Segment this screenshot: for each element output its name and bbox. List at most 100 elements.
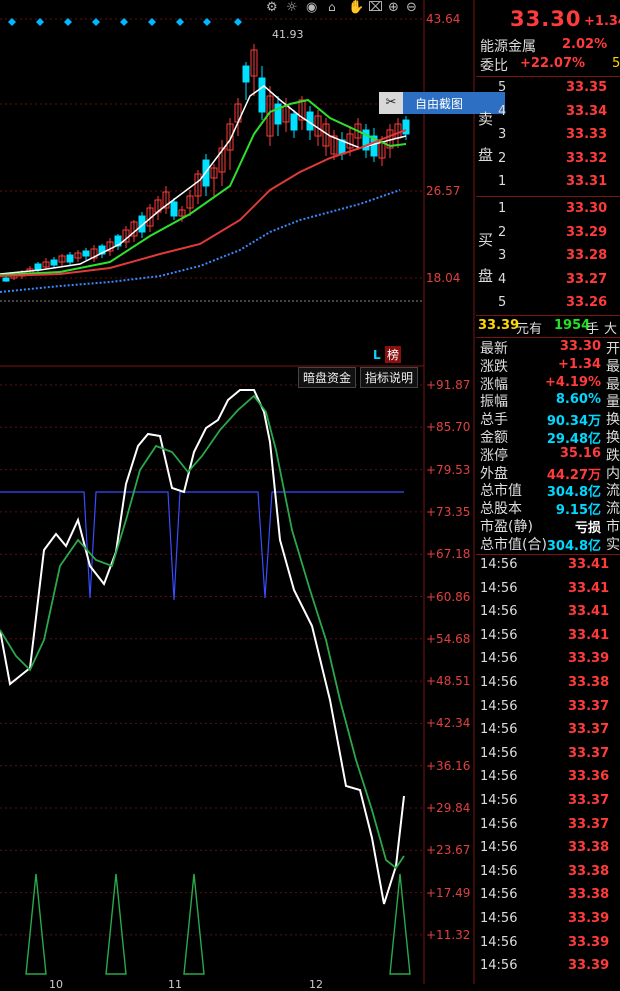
x-tick: 12: [309, 978, 323, 991]
tick-price: 33.37: [568, 722, 610, 738]
order-price: 33.27: [566, 271, 608, 287]
tick-price: 33.37: [568, 816, 610, 832]
candle-body: [402, 119, 410, 135]
indicator-y-tick: +79.53: [426, 462, 471, 477]
eye-icon[interactable]: ◉: [306, 0, 317, 15]
tick-price: 33.38: [568, 675, 610, 690]
indicator-help-button[interactable]: 指标说明: [360, 367, 419, 388]
tick-row[interactable]: 14:56 33.36: [476, 769, 620, 791]
last-trade-unit: 元有: [516, 322, 543, 337]
stat-row: 振幅 8.60% 量: [476, 391, 620, 410]
indicator-y-tick: +91.87: [426, 378, 471, 392]
chart-toolbar: ⚙ ☼ ◉ ⌂ ✋ ⌧ ⊕ ⊖: [266, 0, 422, 18]
buy-order-row[interactable]: 4 33.27: [476, 272, 620, 295]
tick-time: 14:56: [480, 698, 518, 714]
sell-order-row[interactable]: 5 33.35: [476, 80, 620, 103]
settings-icon[interactable]: ⚙: [266, 0, 278, 15]
tick-row[interactable]: 14:56 33.38: [476, 864, 620, 886]
stat-value: 8.60%: [555, 392, 601, 408]
tick-price: 33.41: [568, 557, 610, 572]
order-level: 2: [498, 224, 507, 240]
stat-row: 金额 29.48亿换: [476, 427, 620, 447]
stat-row: 最新 33.30 开: [476, 338, 620, 357]
tick-row[interactable]: 14:56 33.41: [476, 628, 620, 650]
buy-order-row[interactable]: 1 33.30: [476, 201, 620, 224]
signal-marker: [36, 18, 44, 26]
signal-marker: [148, 18, 156, 26]
stat-value: +1.34: [558, 356, 601, 372]
last-trade-price: 33.39: [478, 318, 520, 333]
lock-icon[interactable]: ⌧: [368, 0, 383, 15]
sector-name[interactable]: 能源金属: [480, 36, 536, 56]
candle-body: [50, 259, 58, 266]
sell-order-row[interactable]: 3 33.33: [476, 127, 620, 150]
indicator-y-tick: +29.84: [426, 801, 471, 815]
hand-icon[interactable]: ✋: [348, 0, 364, 15]
last-trade-suffix: 大: [604, 322, 618, 337]
tick-row[interactable]: 14:56 33.39: [476, 651, 620, 673]
indicator-y-tick: +67.18: [426, 547, 471, 562]
indicator-y-tick: +85.70: [426, 420, 471, 435]
indicator-peak-marker: [105, 873, 127, 975]
sell-order-row[interactable]: 1 33.31: [476, 174, 620, 197]
order-price: 33.33: [566, 127, 608, 142]
tick-time: 14:56: [480, 887, 518, 903]
sell-order-row[interactable]: 2 33.32: [476, 151, 620, 174]
tick-row[interactable]: 14:56 33.39: [476, 958, 620, 980]
tick-price: 33.38: [568, 863, 610, 879]
tick-time: 14:56: [480, 911, 518, 926]
x-tick: 11: [168, 978, 182, 991]
tick-price: 33.39: [568, 651, 610, 667]
tick-price: 33.41: [568, 627, 610, 643]
indicator-y-tick: +23.67: [426, 843, 471, 858]
zoom-in-icon[interactable]: ⊕: [388, 0, 399, 15]
signal-marker: [176, 18, 184, 26]
tick-row[interactable]: 14:56 33.39: [476, 935, 620, 957]
indicator-y-tick: +48.51: [426, 674, 471, 689]
tick-time: 14:56: [480, 627, 518, 643]
commission-label: 委比: [480, 58, 508, 74]
tick-row[interactable]: 14:56 33.37: [476, 699, 620, 721]
l-badge[interactable]: L: [373, 348, 381, 362]
stat-row: 市盈(静) 亏损市: [476, 516, 620, 536]
price-change: +1.34: [584, 14, 620, 29]
tick-row[interactable]: 14:56 33.41: [476, 581, 620, 603]
bulb-icon[interactable]: ☼: [286, 0, 298, 15]
sell-order-row[interactable]: 4 33.34: [476, 104, 620, 127]
dark-funds-button[interactable]: 暗盘资金: [298, 367, 357, 388]
order-level: 5: [498, 295, 507, 310]
tick-row[interactable]: 14:56 33.37: [476, 722, 620, 744]
tick-time: 14:56: [480, 604, 518, 620]
candle-body: [290, 113, 298, 131]
indicator-peak-marker: [25, 873, 47, 975]
tick-price: 33.39: [568, 934, 610, 950]
tick-row[interactable]: 14:56 33.38: [476, 840, 620, 862]
stat-value: 304.8亿: [546, 538, 601, 554]
tick-row[interactable]: 14:56 33.38: [476, 675, 620, 697]
tick-time: 14:56: [480, 816, 518, 832]
tick-row[interactable]: 14:56 33.39: [476, 911, 620, 933]
tick-row[interactable]: 14:56 33.41: [476, 604, 620, 626]
tick-time: 14:56: [480, 651, 518, 667]
basket-icon[interactable]: ⌂: [328, 0, 336, 14]
candle-body: [2, 277, 10, 282]
signal-marker: [92, 18, 100, 26]
stat-row: 总市值 304.8亿流: [476, 480, 620, 500]
order-level: 1: [498, 201, 507, 216]
buy-order-row[interactable]: 3 33.28: [476, 248, 620, 271]
tick-time: 14:56: [480, 934, 518, 950]
indicator-d-line: [0, 394, 405, 870]
tick-row[interactable]: 14:56 33.38: [476, 887, 620, 909]
buy-order-row[interactable]: 2 33.29: [476, 225, 620, 248]
ma-line-blue: [0, 189, 401, 293]
order-level: 3: [498, 248, 507, 263]
tick-price: 33.37: [568, 745, 610, 761]
stat-row: 总市值(合) 304.8亿实: [476, 534, 620, 554]
tick-row[interactable]: 14:56 33.41: [476, 557, 620, 579]
tick-row[interactable]: 14:56 33.37: [476, 793, 620, 815]
zoom-out-icon[interactable]: ⊖: [406, 0, 417, 15]
tick-row[interactable]: 14:56 33.37: [476, 746, 620, 768]
tick-row[interactable]: 14:56 33.37: [476, 817, 620, 839]
order-level: 5: [498, 80, 507, 95]
bang-badge[interactable]: 榜: [385, 346, 402, 363]
